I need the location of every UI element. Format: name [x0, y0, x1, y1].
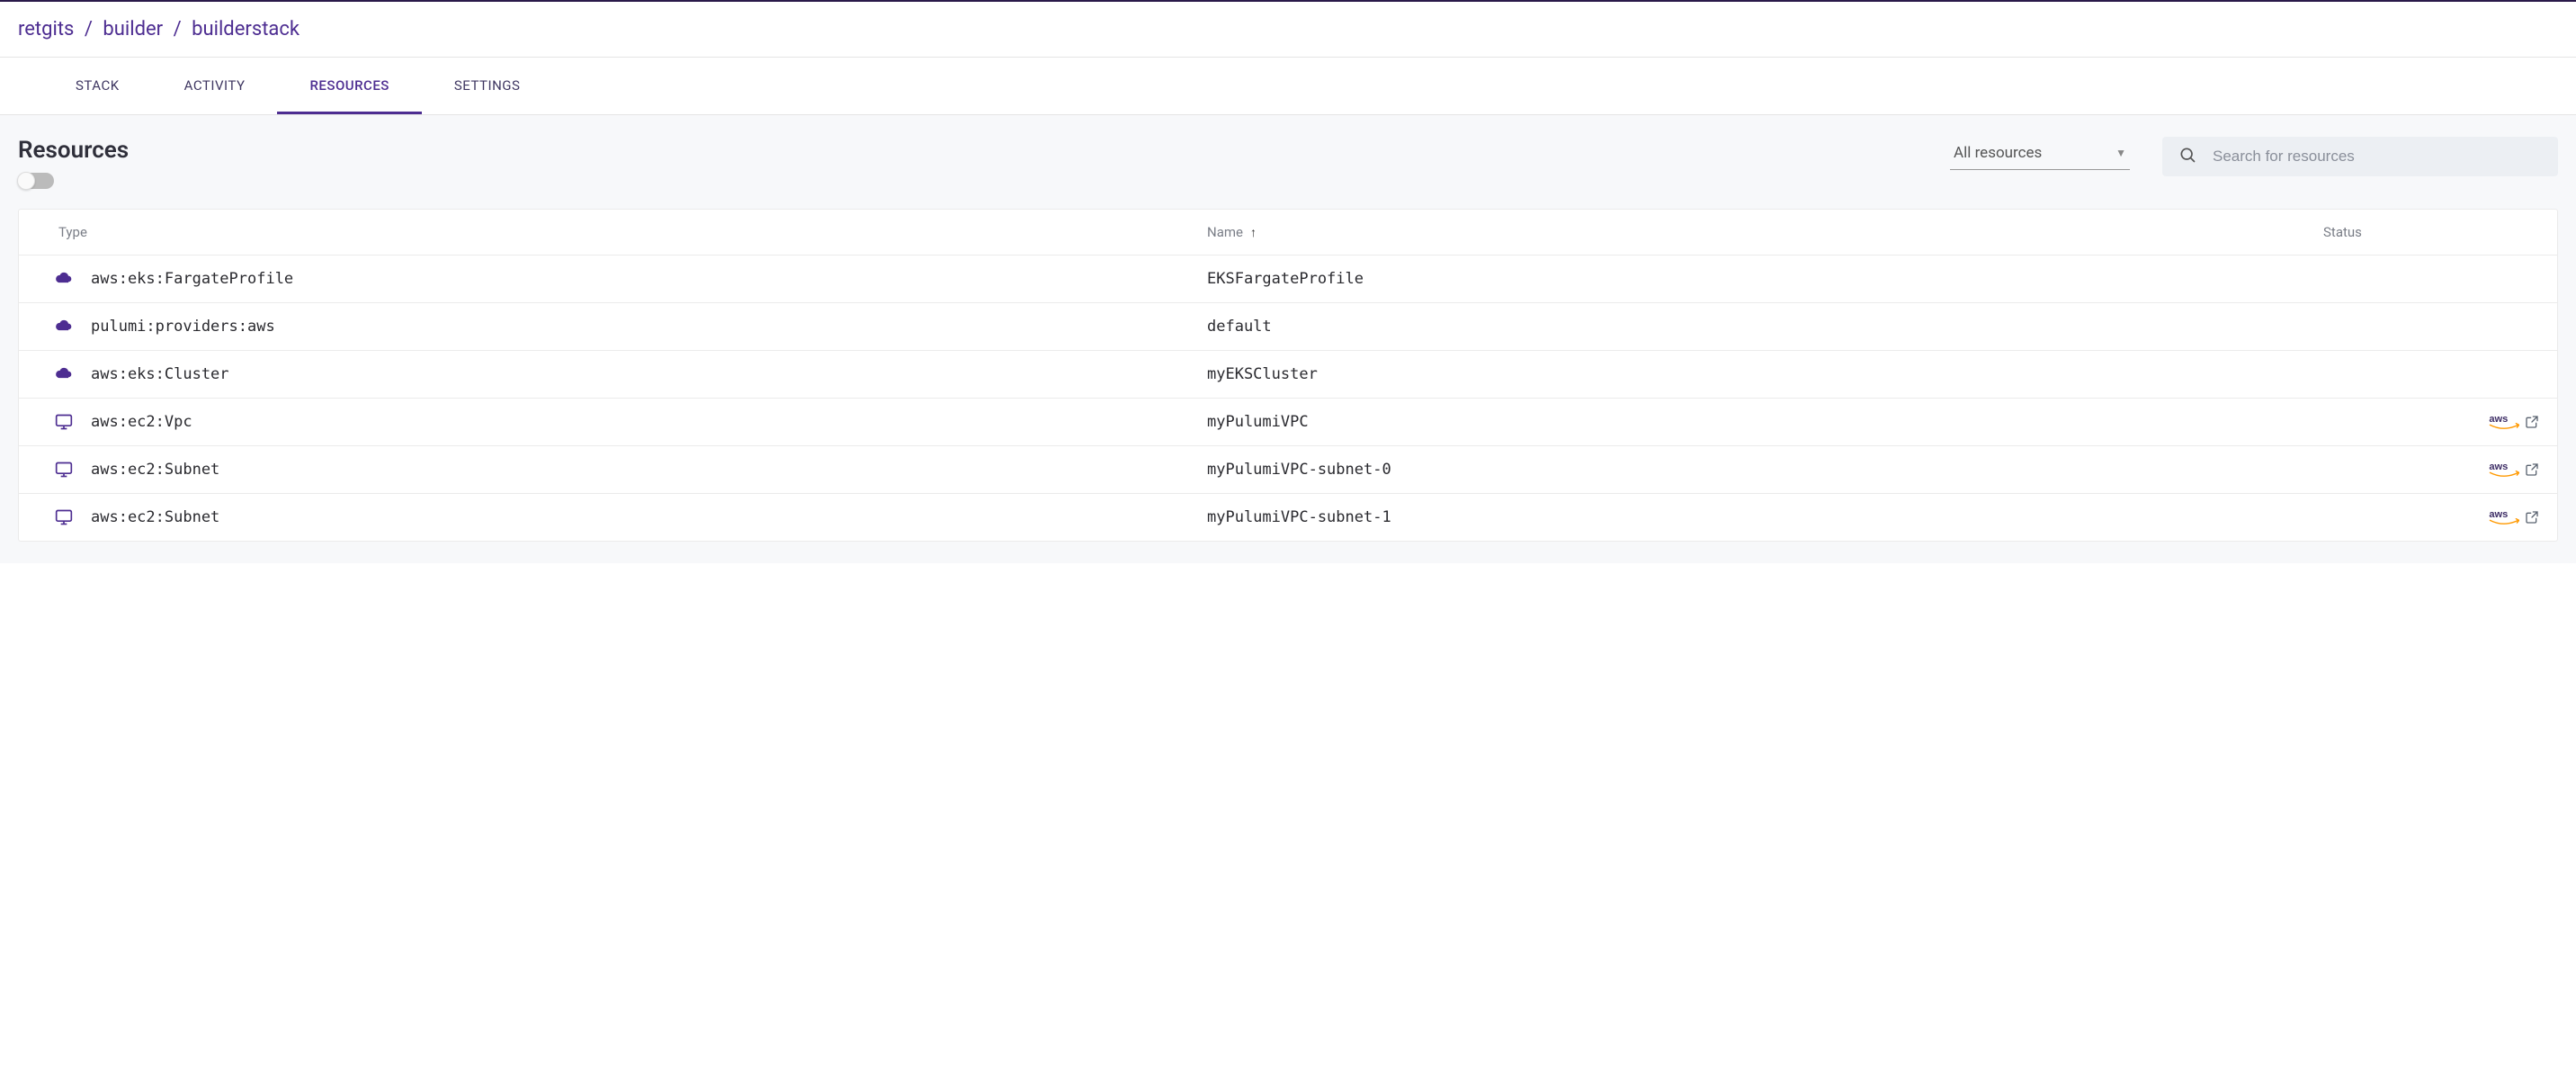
- tab-bar: STACK ACTIVITY RESOURCES SETTINGS: [0, 58, 2576, 115]
- content-area: Resources All resources ▼ Type Name ↑ St…: [0, 115, 2576, 563]
- resources-table: Type Name ↑ Status aws:eks:FargateProfil…: [18, 209, 2558, 542]
- aws-console-link[interactable]: aws: [2489, 508, 2539, 526]
- svg-text:aws: aws: [2489, 462, 2508, 472]
- monitor-icon: [37, 508, 91, 526]
- resource-name: EKSFargateProfile: [1207, 270, 2323, 288]
- external-link-icon: [2525, 462, 2539, 477]
- aws-logo-icon: aws: [2489, 508, 2519, 526]
- tab-resources[interactable]: RESOURCES: [277, 58, 421, 114]
- resource-name: myPulumiVPC-subnet-0: [1207, 461, 2323, 479]
- tab-settings[interactable]: SETTINGS: [422, 58, 553, 114]
- resource-name: myPulumiVPC: [1207, 413, 2323, 431]
- breadcrumb-project[interactable]: builder: [103, 18, 163, 40]
- monitor-icon: [37, 413, 91, 431]
- table-row[interactable]: pulumi:providers:awsdefault: [19, 303, 2557, 351]
- aws-console-link[interactable]: aws: [2489, 461, 2539, 479]
- resource-type: aws:ec2:Subnet: [91, 508, 1207, 526]
- page-title: Resources: [18, 137, 129, 164]
- resource-name: default: [1207, 318, 2323, 336]
- column-header-type[interactable]: Type: [58, 224, 1207, 240]
- tab-stack[interactable]: STACK: [43, 58, 152, 114]
- resource-name: myEKSCluster: [1207, 365, 2323, 383]
- chevron-down-icon: ▼: [2115, 147, 2126, 159]
- search-icon: [2178, 146, 2196, 167]
- resource-type: aws:ec2:Vpc: [91, 413, 1207, 431]
- cloud-icon: [37, 270, 91, 288]
- aws-logo-icon: aws: [2489, 413, 2519, 431]
- table-header: Type Name ↑ Status: [19, 210, 2557, 256]
- title-block: Resources: [18, 137, 129, 189]
- resource-type: aws:ec2:Subnet: [91, 461, 1207, 479]
- cloud-icon: [37, 318, 91, 336]
- table-row[interactable]: aws:eks:ClustermyEKSCluster: [19, 351, 2557, 399]
- svg-text:aws: aws: [2489, 509, 2508, 520]
- search-input[interactable]: [2213, 148, 2542, 166]
- resource-type: aws:eks:FargateProfile: [91, 270, 1207, 288]
- cloud-icon: [37, 365, 91, 383]
- breadcrumb-bar: retgits / builder / builderstack: [0, 2, 2576, 58]
- column-header-name[interactable]: Name ↑: [1207, 224, 2323, 240]
- resource-type: aws:eks:Cluster: [91, 365, 1207, 383]
- svg-text:aws: aws: [2489, 414, 2508, 425]
- aws-logo-icon: aws: [2489, 461, 2519, 479]
- monitor-icon: [37, 461, 91, 479]
- toggle-knob: [17, 172, 35, 190]
- table-row[interactable]: aws:ec2:VpcmyPulumiVPC aws: [19, 399, 2557, 446]
- external-link-icon: [2525, 415, 2539, 429]
- aws-console-link[interactable]: aws: [2489, 413, 2539, 431]
- view-toggle[interactable]: [18, 173, 54, 189]
- breadcrumb: retgits / builder / builderstack: [18, 18, 2558, 40]
- sort-ascending-icon: ↑: [1250, 225, 1257, 240]
- column-header-status[interactable]: Status: [2323, 224, 2362, 240]
- external-link-icon: [2525, 510, 2539, 525]
- table-row[interactable]: aws:ec2:SubnetmyPulumiVPC-subnet-0 aws: [19, 446, 2557, 494]
- tab-activity[interactable]: ACTIVITY: [152, 58, 278, 114]
- breadcrumb-org[interactable]: retgits: [18, 18, 74, 40]
- breadcrumb-stack[interactable]: builderstack: [192, 18, 300, 40]
- resource-name: myPulumiVPC-subnet-1: [1207, 508, 2323, 526]
- table-row[interactable]: aws:ec2:SubnetmyPulumiVPC-subnet-1 aws: [19, 494, 2557, 541]
- filter-selected-label: All resources: [1954, 144, 2042, 162]
- resource-type: pulumi:providers:aws: [91, 318, 1207, 336]
- search-box: [2162, 137, 2558, 176]
- header-row: Resources All resources ▼: [18, 137, 2558, 189]
- table-body: aws:eks:FargateProfileEKSFargateProfilep…: [19, 256, 2557, 541]
- table-row[interactable]: aws:eks:FargateProfileEKSFargateProfile: [19, 256, 2557, 303]
- filter-select[interactable]: All resources ▼: [1950, 137, 2130, 170]
